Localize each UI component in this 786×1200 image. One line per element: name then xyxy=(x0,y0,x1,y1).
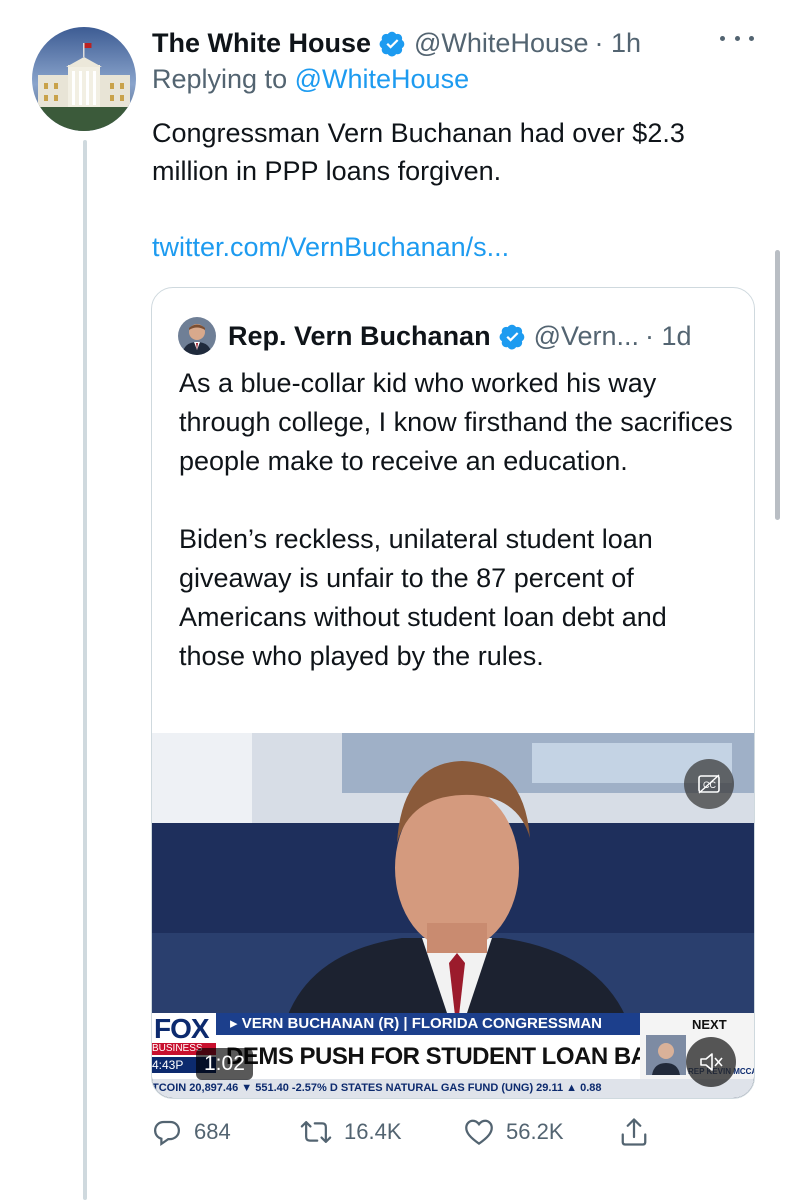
replying-handle-link[interactable]: @WhiteHouse xyxy=(295,64,469,94)
tweet-link[interactable]: twitter.com/VernBuchanan/s... xyxy=(152,232,509,263)
thread-line xyxy=(83,140,87,1200)
quoted-author-name: Rep. Vern Buchanan xyxy=(228,320,491,351)
replying-to: Replying to @WhiteHouse xyxy=(152,64,469,95)
author-name[interactable]: The White House xyxy=(152,28,371,59)
share-icon xyxy=(621,1118,647,1146)
share-button[interactable] xyxy=(620,1112,660,1152)
tweet-header: The White House @WhiteHouse · 1h xyxy=(152,24,641,62)
quoted-tweet-text: As a blue-collar kid who worked his way … xyxy=(179,368,733,671)
retweet-count: 16.4K xyxy=(344,1119,402,1144)
more-options-icon[interactable] xyxy=(720,28,754,48)
stock-ticker: TCOIN 20,897.46 ▼ 551.40 -2.57% D STATES… xyxy=(152,1079,754,1098)
video-player[interactable]: CC FOX BUSINESS 4:43P ▸ VERN BUCHANAN (R… xyxy=(152,733,754,1098)
like-count: 56.2K xyxy=(506,1119,564,1144)
reply-count: 684 xyxy=(194,1119,231,1144)
retweet-button[interactable]: 16.4K xyxy=(300,1112,402,1152)
reply-button[interactable]: 684 xyxy=(152,1112,231,1152)
white-house-photo xyxy=(32,27,136,131)
tweet-time[interactable]: · 1h xyxy=(595,28,642,59)
mute-icon[interactable] xyxy=(686,1037,736,1087)
next-label: NEXT xyxy=(692,1017,727,1032)
verified-badge-icon xyxy=(499,324,524,349)
video-duration: 1:02 xyxy=(196,1048,253,1080)
scrollbar[interactable] xyxy=(775,250,780,520)
lower-third-headline: DEMS PUSH FOR STUDENT LOAN BAILOUT xyxy=(216,1035,718,1079)
tweet-text: Congressman Vern Buchanan had over $2.3 … xyxy=(152,118,685,186)
replying-prefix: Replying to xyxy=(152,64,288,94)
lower-third-name: ▸ VERN BUCHANAN (R) | FLORIDA CONGRESSMA… xyxy=(216,1013,650,1035)
quoted-tweet-time: · 1d xyxy=(645,320,692,351)
verified-badge-icon xyxy=(379,31,405,56)
quoted-author-handle: @Vern... xyxy=(533,320,640,351)
network-logo-text: FOX xyxy=(154,1013,210,1044)
quoted-author-avatar xyxy=(178,317,216,355)
reply-icon xyxy=(153,1120,181,1147)
tweet-actions: 684 16.4K 56.2K xyxy=(152,1112,652,1152)
author-handle[interactable]: @WhiteHouse xyxy=(414,28,588,59)
like-button[interactable]: 56.2K xyxy=(464,1112,564,1152)
captions-icon[interactable]: CC xyxy=(684,759,734,809)
heart-icon xyxy=(465,1119,493,1145)
quoted-tweet-card[interactable]: Rep. Vern Buchanan @Vern... · 1d As a bl… xyxy=(151,287,755,1099)
white-house-avatar[interactable] xyxy=(32,27,136,131)
retweet-icon xyxy=(300,1121,332,1143)
quoted-tweet-header: Rep. Vern Buchanan @Vern... · 1d xyxy=(178,316,692,356)
next-thumbnail xyxy=(646,1035,686,1075)
